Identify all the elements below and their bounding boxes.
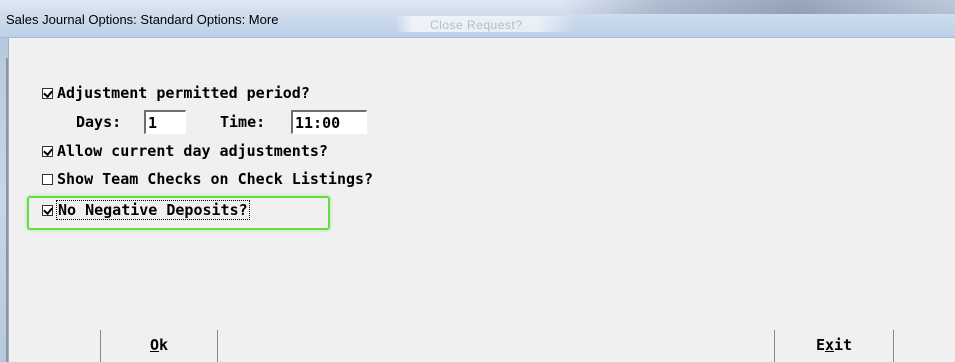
ok-button[interactable]: Ok [100,330,218,362]
time-label: Time: [220,113,266,131]
window-left-border [0,38,9,362]
ok-label-rest: k [159,336,169,354]
left-border-line [6,58,8,362]
exit-label-rest: it [834,336,853,354]
exit-mnemonic: x [824,336,834,354]
background-window-ghost-text: Close Request? [430,18,523,32]
no-negative-deposits-label: No Negative Deposits? [56,200,250,220]
window-title: Sales Journal Options: Standard Options:… [6,12,279,27]
allow-current-day-checkbox[interactable] [42,145,53,157]
allow-current-day-label: Allow current day adjustments? [57,142,328,160]
adjustment-period-checkbox[interactable] [42,87,53,99]
title-bar: Close Request? Sales Journal Options: St… [0,0,955,38]
days-label: Days: [76,113,122,131]
exit-label-prefix: E [815,336,825,354]
show-team-checks-checkbox[interactable] [42,173,53,185]
show-team-checks-option[interactable]: Show Team Checks on Check Listings? [42,170,373,188]
adjustment-period-option[interactable]: Adjustment permitted period? [42,84,310,102]
show-team-checks-label: Show Team Checks on Check Listings? [57,170,374,188]
days-input[interactable] [144,110,186,134]
exit-button[interactable]: Exit [774,330,894,362]
no-negative-deposits-option[interactable]: No Negative Deposits? [42,200,250,220]
allow-current-day-option[interactable]: Allow current day adjustments? [42,142,328,160]
ok-mnemonic: O [149,336,159,354]
no-negative-deposits-checkbox[interactable] [42,204,53,216]
time-input[interactable] [291,110,367,134]
background-window-glass [560,0,955,14]
adjustment-period-label: Adjustment permitted period? [57,84,310,102]
